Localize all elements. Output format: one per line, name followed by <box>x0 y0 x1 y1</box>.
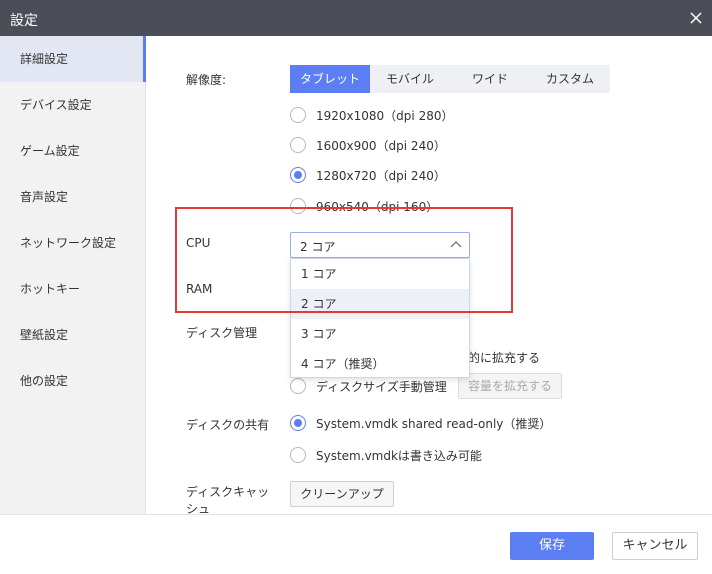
tab-custom[interactable]: カスタム <box>530 65 610 93</box>
disk-manual-option[interactable]: ディスクサイズ手動管理 <box>290 377 447 395</box>
sidebar-item-other[interactable]: 他の設定 <box>0 358 146 404</box>
resolution-tabs: タブレット モバイル ワイド カスタム <box>290 65 610 93</box>
cpu-select[interactable]: 2 コア <box>290 232 470 258</box>
footer: 保存 キャンセル <box>0 514 712 574</box>
title-bar: 設定 <box>0 0 712 36</box>
disk-cache-label: ディスクキャッシュ <box>186 485 270 514</box>
tab-mobile[interactable]: モバイル <box>370 65 450 93</box>
sidebar-item-device[interactable]: デバイス設定 <box>0 82 146 128</box>
share-readonly-option[interactable]: System.vmdk shared read-only（推奨） <box>290 414 551 432</box>
close-icon[interactable] <box>686 8 706 28</box>
sidebar-item-network[interactable]: ネットワーク設定 <box>0 220 146 266</box>
settings-content: 解像度: タブレット モバイル ワイド カスタム 1920x1080（dpi 2… <box>147 36 712 514</box>
cpu-option-3[interactable]: 3 コア <box>291 319 469 349</box>
save-button[interactable]: 保存 <box>510 532 594 560</box>
resolution-label: 解像度: <box>186 73 227 87</box>
cpu-option-1[interactable]: 1 コア <box>291 259 469 289</box>
radio-button[interactable] <box>290 447 306 463</box>
share-writable-option[interactable]: System.vmdkは書き込み可能 <box>290 446 482 464</box>
resolution-option-1600[interactable]: 1600x900（dpi 240） <box>290 136 446 154</box>
cpu-dropdown: 1 コア 2 コア 3 コア 4 コア（推奨） <box>290 258 470 378</box>
resolution-option-960[interactable]: 960x540（dpi 160） <box>290 197 438 215</box>
disk-auto-expand-text: 的に拡充する <box>468 351 541 365</box>
radio-button[interactable] <box>290 198 306 214</box>
sidebar-item-game[interactable]: ゲーム設定 <box>0 128 146 174</box>
sidebar-item-hotkey[interactable]: ホットキー <box>0 266 146 312</box>
cpu-option-4[interactable]: 4 コア（推奨） <box>291 349 469 379</box>
cpu-label: CPU <box>186 236 211 250</box>
sidebar-item-advanced[interactable]: 詳細設定 <box>0 36 146 82</box>
sidebar: 詳細設定 デバイス設定 ゲーム設定 音声設定 ネットワーク設定 ホットキー 壁紙… <box>0 36 146 514</box>
resolution-option-1280[interactable]: 1280x720（dpi 240） <box>290 166 446 184</box>
expand-capacity-button[interactable]: 容量を拡充する <box>458 373 562 399</box>
tab-wide[interactable]: ワイド <box>450 65 530 93</box>
radio-button-checked[interactable] <box>290 167 306 183</box>
disk-share-label: ディスクの共有 <box>186 418 270 432</box>
ram-label: RAM <box>186 282 213 296</box>
tab-tablet[interactable]: タブレット <box>290 65 370 93</box>
window-title: 設定 <box>10 13 38 29</box>
cpu-option-2[interactable]: 2 コア <box>291 289 469 319</box>
radio-button[interactable] <box>290 378 306 394</box>
sidebar-item-audio[interactable]: 音声設定 <box>0 174 146 220</box>
cancel-button[interactable]: キャンセル <box>612 532 698 560</box>
sidebar-item-wallpaper[interactable]: 壁紙設定 <box>0 312 146 358</box>
resolution-option-1920[interactable]: 1920x1080（dpi 280） <box>290 106 453 124</box>
radio-button[interactable] <box>290 137 306 153</box>
radio-button[interactable] <box>290 107 306 123</box>
disk-management-label: ディスク管理 <box>186 326 258 340</box>
cleanup-button[interactable]: クリーンアップ <box>290 481 394 507</box>
cpu-select-value: 2 コア <box>300 240 336 254</box>
chevron-up-icon <box>449 238 463 252</box>
radio-button-checked[interactable] <box>290 415 306 431</box>
